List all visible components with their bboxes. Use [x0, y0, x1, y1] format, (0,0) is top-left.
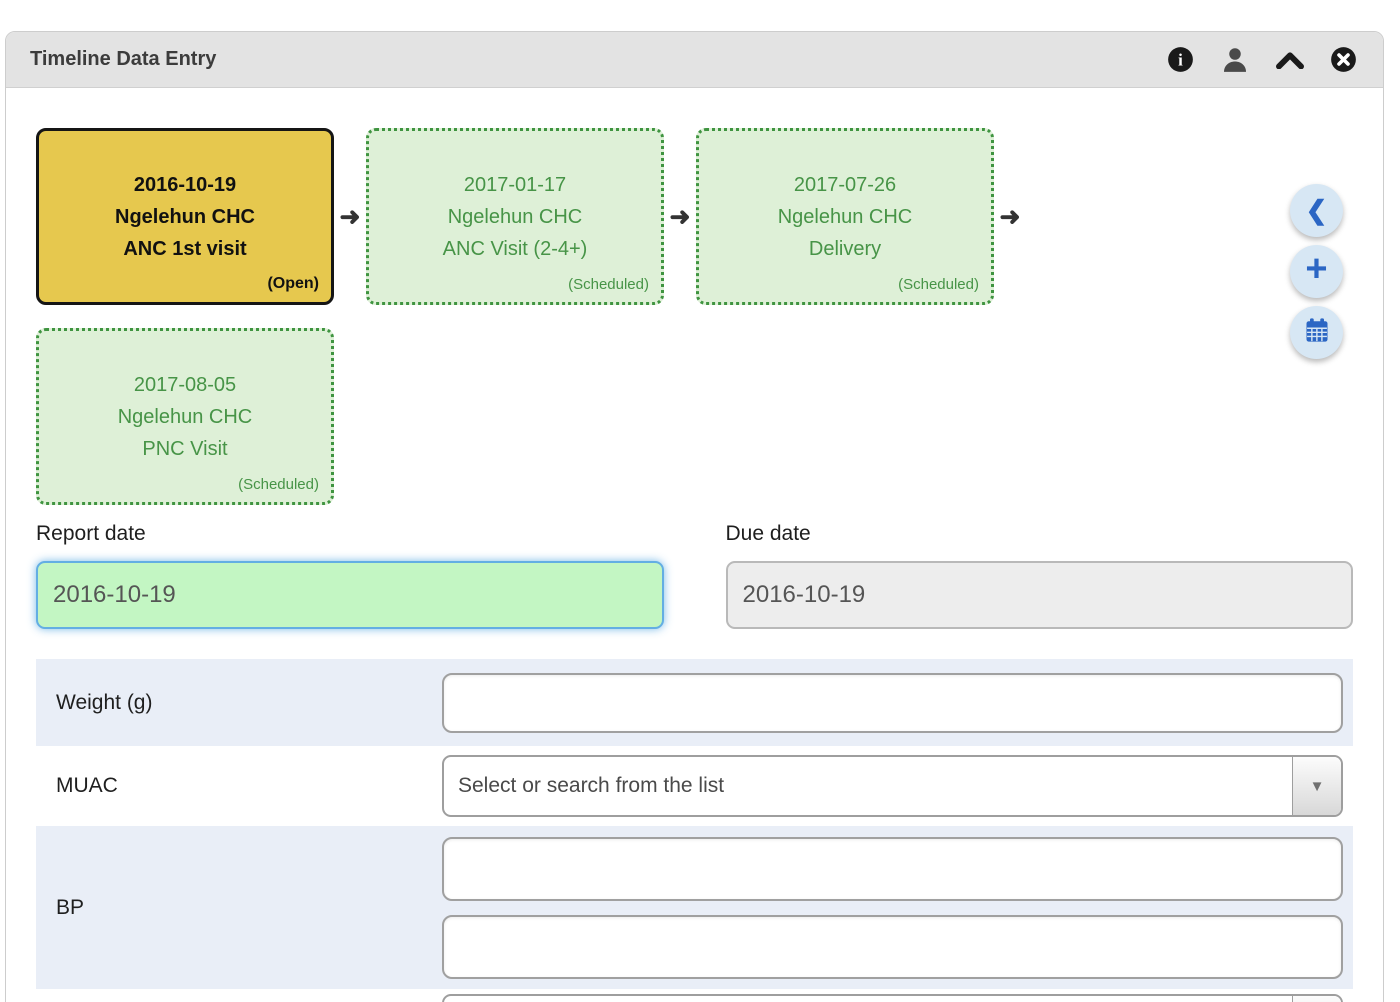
timeline-event-anc-visit-2-4[interactable]: 2017-01-17 Ngelehun CHC ANC Visit (2-4+)…	[366, 128, 664, 305]
form-row-muac: MUAC ▼	[36, 746, 1353, 826]
muac-select[interactable]: ▼	[442, 755, 1343, 817]
close-icon[interactable]	[1330, 46, 1357, 73]
event-org-unit: Ngelehun CHC	[115, 201, 255, 233]
event-date: 2016-10-19	[134, 169, 236, 201]
event-status-badge: (Scheduled)	[238, 476, 319, 493]
schedule-event-button[interactable]	[1290, 306, 1343, 359]
widget-header-actions: i	[1167, 45, 1359, 75]
bp-systolic-input[interactable]	[442, 837, 1343, 901]
bp-label: BP	[36, 896, 442, 920]
weight-input[interactable]	[442, 673, 1343, 733]
bp-diastolic-input[interactable]	[442, 915, 1343, 979]
person-icon[interactable]	[1220, 45, 1250, 75]
chevron-left-icon: ❮	[1306, 195, 1328, 226]
data-entry-table: Weight (g) MUAC ▼ BP	[36, 659, 1353, 1002]
timeline-row-1: 2016-10-19 Ngelehun CHC ANC 1st visit (O…	[36, 128, 1353, 305]
arrow-right-icon: ➜	[334, 128, 366, 305]
arrow-right-icon: ➜	[994, 128, 1026, 305]
report-date-label: Report date	[36, 522, 664, 546]
event-stage: ANC Visit (2-4+)	[443, 233, 588, 265]
form-row-weight: Weight (g)	[36, 659, 1353, 746]
event-org-unit: Ngelehun CHC	[118, 401, 253, 433]
timeline-event-anc-1st-visit[interactable]: 2016-10-19 Ngelehun CHC ANC 1st visit (O…	[36, 128, 334, 305]
timeline-event-pnc-visit[interactable]: 2017-08-05 Ngelehun CHC PNC Visit (Sched…	[36, 328, 334, 505]
event-stage: Delivery	[809, 233, 881, 265]
event-stage: ANC 1st visit	[123, 233, 246, 265]
partial-select-input[interactable]	[444, 996, 1292, 1002]
report-date-input[interactable]	[36, 561, 664, 629]
due-date-input	[726, 561, 1354, 629]
chevron-up-icon[interactable]	[1276, 51, 1304, 69]
form-row-partial: ▼	[36, 989, 1353, 1002]
dropdown-button[interactable]: ▼	[1292, 996, 1341, 1002]
event-date: 2017-07-26	[794, 169, 896, 201]
report-date-field: Report date	[36, 522, 664, 629]
event-status-badge: (Open)	[267, 275, 319, 293]
partial-select[interactable]: ▼	[442, 994, 1343, 1002]
due-date-field: Due date	[726, 522, 1354, 629]
info-icon[interactable]: i	[1167, 46, 1194, 73]
plus-icon: +	[1305, 248, 1327, 291]
event-org-unit: Ngelehun CHC	[778, 201, 913, 233]
event-dates-section: Report date Due date	[6, 505, 1383, 629]
calendar-icon	[1303, 316, 1331, 349]
weight-label: Weight (g)	[36, 691, 442, 715]
timeline-event-delivery[interactable]: 2017-07-26 Ngelehun CHC Delivery (Schedu…	[696, 128, 994, 305]
muac-select-input[interactable]	[444, 757, 1292, 815]
due-date-label: Due date	[726, 522, 1354, 546]
form-row-bp: BP	[36, 826, 1353, 989]
timeline-side-buttons: ❮ +	[1290, 184, 1343, 359]
event-stage: PNC Visit	[142, 433, 227, 465]
chevron-down-icon: ▼	[1310, 778, 1325, 795]
event-status-badge: (Scheduled)	[568, 276, 649, 293]
timeline-data-entry-widget: Timeline Data Entry i 2016-10-19 Ngelehu…	[5, 31, 1384, 1002]
event-status-badge: (Scheduled)	[898, 276, 979, 293]
event-date: 2017-01-17	[464, 169, 566, 201]
back-button[interactable]: ❮	[1290, 184, 1343, 237]
add-event-button[interactable]: +	[1290, 245, 1343, 298]
svg-text:i: i	[1178, 51, 1183, 70]
widget-title: Timeline Data Entry	[30, 48, 216, 71]
timeline-row-2: 2017-08-05 Ngelehun CHC PNC Visit (Sched…	[36, 328, 1353, 505]
event-timeline: 2016-10-19 Ngelehun CHC ANC 1st visit (O…	[6, 88, 1383, 505]
dropdown-button[interactable]: ▼	[1292, 757, 1341, 815]
arrow-right-icon: ➜	[664, 128, 696, 305]
event-date: 2017-08-05	[134, 369, 236, 401]
widget-header: Timeline Data Entry i	[6, 32, 1383, 88]
event-org-unit: Ngelehun CHC	[448, 201, 583, 233]
muac-label: MUAC	[36, 774, 442, 798]
